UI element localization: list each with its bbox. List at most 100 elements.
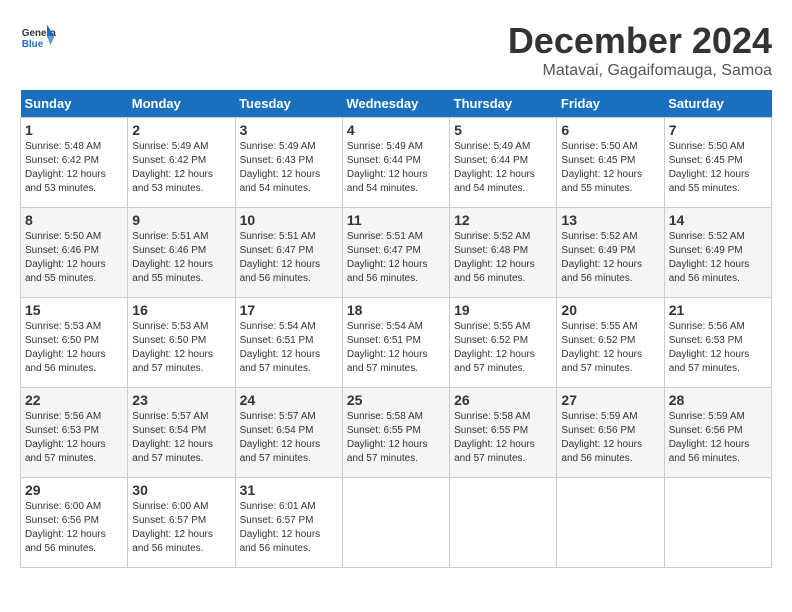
day-number: 6 xyxy=(561,122,659,138)
day-info: Sunrise: 5:49 AM Sunset: 6:43 PM Dayligh… xyxy=(240,140,338,196)
day-number: 4 xyxy=(347,122,445,138)
calendar-week-2: 8 Sunrise: 5:50 AM Sunset: 6:46 PM Daylig… xyxy=(21,208,772,298)
col-tuesday: Tuesday xyxy=(235,90,342,118)
day-number: 16 xyxy=(132,302,230,318)
day-info: Sunrise: 5:58 AM Sunset: 6:55 PM Dayligh… xyxy=(454,410,552,466)
day-number: 19 xyxy=(454,302,552,318)
day-info: Sunrise: 5:49 AM Sunset: 6:44 PM Dayligh… xyxy=(347,140,445,196)
calendar-cell: 4 Sunrise: 5:49 AM Sunset: 6:44 PM Daylig… xyxy=(342,118,449,208)
calendar-cell: 13Sunrise: 5:52 AM Sunset: 6:49 PM Dayli… xyxy=(557,208,664,298)
col-sunday: Sunday xyxy=(21,90,128,118)
col-monday: Monday xyxy=(128,90,235,118)
day-info: Sunrise: 5:53 AM Sunset: 6:50 PM Dayligh… xyxy=(25,320,123,376)
day-info: Sunrise: 5:49 AM Sunset: 6:42 PM Dayligh… xyxy=(132,140,230,196)
day-info: Sunrise: 5:48 AM Sunset: 6:42 PM Dayligh… xyxy=(25,140,123,196)
title-section: December 2024 Matavai, Gagaifomauga, Sam… xyxy=(508,20,772,80)
day-number: 22 xyxy=(25,392,123,408)
day-info: Sunrise: 6:00 AM Sunset: 6:57 PM Dayligh… xyxy=(132,500,230,556)
day-number: 24 xyxy=(240,392,338,408)
calendar-cell: 11Sunrise: 5:51 AM Sunset: 6:47 PM Dayli… xyxy=(342,208,449,298)
col-friday: Friday xyxy=(557,90,664,118)
day-number: 3 xyxy=(240,122,338,138)
day-number: 18 xyxy=(347,302,445,318)
col-thursday: Thursday xyxy=(450,90,557,118)
calendar-cell: 18 Sunrise: 5:54 AM Sunset: 6:51 PM Dayli… xyxy=(342,298,449,388)
calendar-subtitle: Matavai, Gagaifomauga, Samoa xyxy=(508,62,772,80)
day-info: Sunrise: 5:56 AM Sunset: 6:53 PM Dayligh… xyxy=(669,320,767,376)
day-number: 17 xyxy=(240,302,338,318)
day-number: 31 xyxy=(240,482,338,498)
day-number: 12 xyxy=(454,212,552,228)
calendar-cell: 1Sunrise: 5:48 AM Sunset: 6:42 PM Daylig… xyxy=(21,118,128,208)
day-number: 23 xyxy=(132,392,230,408)
calendar-cell: 5Sunrise: 5:49 AM Sunset: 6:44 PM Daylig… xyxy=(450,118,557,208)
day-info: Sunrise: 5:58 AM Sunset: 6:55 PM Dayligh… xyxy=(347,410,445,466)
calendar-cell: 2 Sunrise: 5:49 AM Sunset: 6:42 PM Daylig… xyxy=(128,118,235,208)
day-info: Sunrise: 5:50 AM Sunset: 6:45 PM Dayligh… xyxy=(669,140,767,196)
day-number: 21 xyxy=(669,302,767,318)
day-number: 5 xyxy=(454,122,552,138)
day-info: Sunrise: 5:50 AM Sunset: 6:45 PM Dayligh… xyxy=(561,140,659,196)
day-number: 8 xyxy=(25,212,123,228)
header-row: Sunday Monday Tuesday Wednesday Thursday… xyxy=(21,90,772,118)
calendar-cell xyxy=(342,478,449,568)
day-number: 26 xyxy=(454,392,552,408)
day-info: Sunrise: 5:54 AM Sunset: 6:51 PM Dayligh… xyxy=(347,320,445,376)
calendar-cell: 10 Sunrise: 5:51 AM Sunset: 6:47 PM Dayli… xyxy=(235,208,342,298)
page-header: General Blue December 2024 Matavai, Gaga… xyxy=(20,20,772,80)
day-number: 29 xyxy=(25,482,123,498)
day-info: Sunrise: 5:55 AM Sunset: 6:52 PM Dayligh… xyxy=(561,320,659,376)
day-number: 7 xyxy=(669,122,767,138)
day-number: 15 xyxy=(25,302,123,318)
calendar-cell: 30 Sunrise: 6:00 AM Sunset: 6:57 PM Dayli… xyxy=(128,478,235,568)
day-info: Sunrise: 5:57 AM Sunset: 6:54 PM Dayligh… xyxy=(132,410,230,466)
calendar-week-4: 22 Sunrise: 5:56 AM Sunset: 6:53 PM Dayli… xyxy=(21,388,772,478)
calendar-table: Sunday Monday Tuesday Wednesday Thursday… xyxy=(20,90,772,568)
day-info: Sunrise: 5:59 AM Sunset: 6:56 PM Dayligh… xyxy=(669,410,767,466)
day-number: 9 xyxy=(132,212,230,228)
day-number: 25 xyxy=(347,392,445,408)
calendar-cell: 12 Sunrise: 5:52 AM Sunset: 6:48 PM Dayli… xyxy=(450,208,557,298)
calendar-cell: 17 Sunrise: 5:54 AM Sunset: 6:51 PM Dayli… xyxy=(235,298,342,388)
calendar-cell: 20Sunrise: 5:55 AM Sunset: 6:52 PM Dayli… xyxy=(557,298,664,388)
calendar-cell: 25 Sunrise: 5:58 AM Sunset: 6:55 PM Dayli… xyxy=(342,388,449,478)
calendar-cell: 8 Sunrise: 5:50 AM Sunset: 6:46 PM Daylig… xyxy=(21,208,128,298)
day-number: 2 xyxy=(132,122,230,138)
calendar-cell: 9Sunrise: 5:51 AM Sunset: 6:46 PM Daylig… xyxy=(128,208,235,298)
day-info: Sunrise: 5:52 AM Sunset: 6:48 PM Dayligh… xyxy=(454,230,552,286)
calendar-cell: 29Sunrise: 6:00 AM Sunset: 6:56 PM Dayli… xyxy=(21,478,128,568)
calendar-cell: 22 Sunrise: 5:56 AM Sunset: 6:53 PM Dayli… xyxy=(21,388,128,478)
logo: General Blue xyxy=(20,20,56,56)
day-number: 11 xyxy=(347,212,445,228)
col-wednesday: Wednesday xyxy=(342,90,449,118)
day-info: Sunrise: 5:57 AM Sunset: 6:54 PM Dayligh… xyxy=(240,410,338,466)
svg-text:Blue: Blue xyxy=(22,39,44,50)
calendar-cell: 23 Sunrise: 5:57 AM Sunset: 6:54 PM Dayli… xyxy=(128,388,235,478)
day-info: Sunrise: 5:53 AM Sunset: 6:50 PM Dayligh… xyxy=(132,320,230,376)
calendar-cell: 19Sunrise: 5:55 AM Sunset: 6:52 PM Dayli… xyxy=(450,298,557,388)
calendar-week-1: 1Sunrise: 5:48 AM Sunset: 6:42 PM Daylig… xyxy=(21,118,772,208)
day-info: Sunrise: 6:01 AM Sunset: 6:57 PM Dayligh… xyxy=(240,500,338,556)
day-info: Sunrise: 5:56 AM Sunset: 6:53 PM Dayligh… xyxy=(25,410,123,466)
calendar-cell: 27Sunrise: 5:59 AM Sunset: 6:56 PM Dayli… xyxy=(557,388,664,478)
calendar-cell xyxy=(450,478,557,568)
calendar-cell: 16 Sunrise: 5:53 AM Sunset: 6:50 PM Dayli… xyxy=(128,298,235,388)
day-number: 28 xyxy=(669,392,767,408)
calendar-week-5: 29Sunrise: 6:00 AM Sunset: 6:56 PM Dayli… xyxy=(21,478,772,568)
calendar-cell: 3 Sunrise: 5:49 AM Sunset: 6:43 PM Daylig… xyxy=(235,118,342,208)
day-number: 10 xyxy=(240,212,338,228)
day-number: 14 xyxy=(669,212,767,228)
day-info: Sunrise: 5:51 AM Sunset: 6:47 PM Dayligh… xyxy=(240,230,338,286)
day-number: 30 xyxy=(132,482,230,498)
calendar-cell: 14 Sunrise: 5:52 AM Sunset: 6:49 PM Dayli… xyxy=(664,208,771,298)
day-info: Sunrise: 5:52 AM Sunset: 6:49 PM Dayligh… xyxy=(669,230,767,286)
calendar-cell: 6 Sunrise: 5:50 AM Sunset: 6:45 PM Daylig… xyxy=(557,118,664,208)
calendar-cell: 31 Sunrise: 6:01 AM Sunset: 6:57 PM Dayli… xyxy=(235,478,342,568)
day-info: Sunrise: 5:59 AM Sunset: 6:56 PM Dayligh… xyxy=(561,410,659,466)
day-info: Sunrise: 5:50 AM Sunset: 6:46 PM Dayligh… xyxy=(25,230,123,286)
day-info: Sunrise: 5:54 AM Sunset: 6:51 PM Dayligh… xyxy=(240,320,338,376)
col-saturday: Saturday xyxy=(664,90,771,118)
logo-icon: General Blue xyxy=(20,20,56,56)
calendar-cell: 28 Sunrise: 5:59 AM Sunset: 6:56 PM Dayli… xyxy=(664,388,771,478)
day-info: Sunrise: 5:52 AM Sunset: 6:49 PM Dayligh… xyxy=(561,230,659,286)
